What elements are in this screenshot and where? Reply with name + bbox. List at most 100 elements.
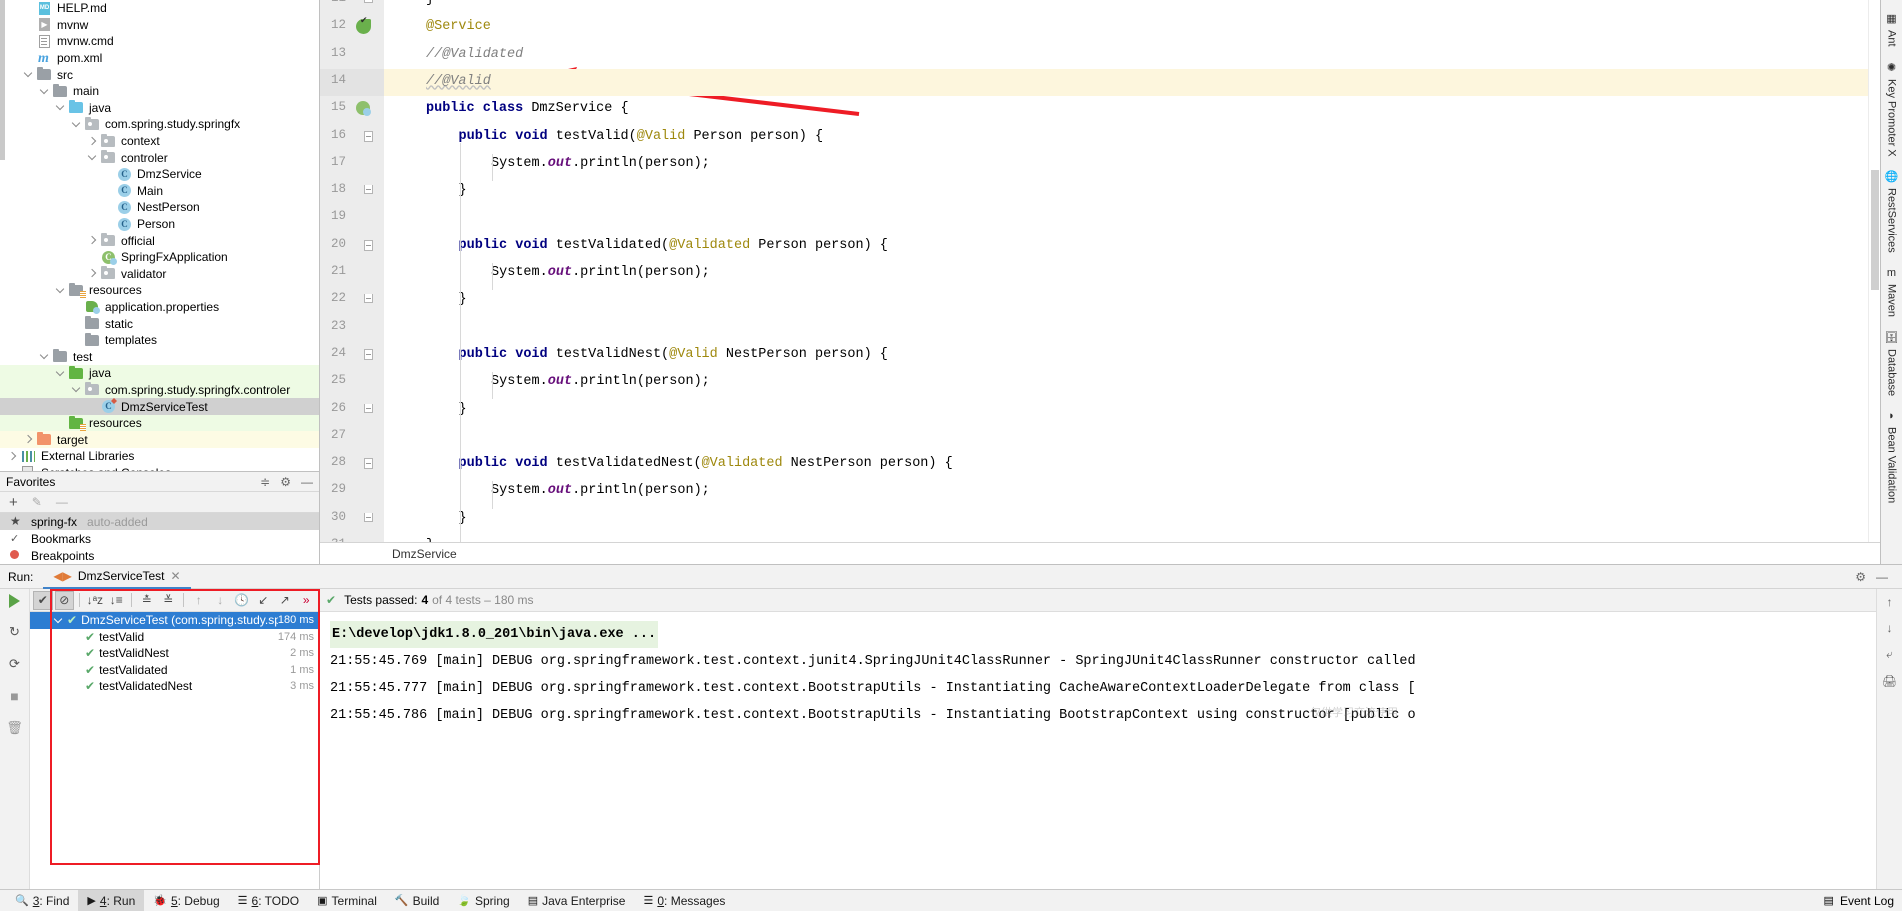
tree-node-dmzservicetest[interactable]: C DmzServiceTest — [0, 398, 319, 415]
code-line[interactable]: public void testValidatedNest(@Validated… — [459, 450, 953, 477]
code-folding-icon[interactable] — [364, 403, 373, 413]
code-line[interactable]: System.out.println(person); — [491, 368, 710, 395]
chevron-down-icon[interactable] — [40, 351, 51, 362]
tool-window-button-database[interactable]: 🗄 Database — [1883, 321, 1901, 400]
tree-node-java[interactable]: java — [0, 100, 319, 117]
event-log-label[interactable]: Event Log — [1840, 894, 1894, 908]
chevron-down-icon[interactable] — [88, 152, 99, 163]
favorites-item-breakpoints[interactable]: Breakpoints — [0, 547, 319, 564]
status-bar-item-spring[interactable]: 🍃 Spring — [448, 890, 518, 911]
chevron-right-icon[interactable] — [88, 268, 99, 279]
trash-icon[interactable]: 🗑 — [6, 720, 23, 736]
chevron-down-icon[interactable] — [72, 384, 83, 395]
code-line[interactable]: public void testValidNest(@Valid NestPer… — [459, 341, 888, 368]
tree-node-mvnw-cmd[interactable]: mvnw.cmd — [0, 33, 319, 50]
rerun-icon[interactable] — [9, 594, 20, 608]
chevron-right-icon[interactable] — [88, 136, 99, 147]
status-bar-item-debug[interactable]: 🐞 5: Debug — [144, 890, 228, 911]
breadcrumb[interactable]: DmzService — [320, 542, 1880, 564]
chevron-down-icon[interactable] — [40, 86, 51, 97]
show-ignored-icon[interactable]: ⊘ — [54, 590, 75, 610]
code-folding-icon[interactable] — [364, 185, 373, 195]
tool-window-button-maven[interactable]: m Maven — [1884, 257, 1900, 321]
up-arrow-icon[interactable]: ↑ — [189, 591, 209, 610]
tree-node-controler[interactable]: controler — [0, 149, 319, 166]
close-icon[interactable]: ✕ — [171, 569, 181, 583]
tree-node-nestperson[interactable]: C NestPerson — [0, 199, 319, 216]
status-bar-item-run[interactable]: ▶ 4: Run — [78, 890, 145, 911]
project-tree-scrollbar[interactable] — [0, 0, 5, 160]
code-line[interactable]: System.out.println(person); — [491, 259, 710, 286]
tree-node-pom-xml[interactable]: m pom.xml — [0, 50, 319, 67]
tool-window-button-key-promoter-x[interactable]: ✺ Key Promoter X — [1884, 51, 1900, 161]
import-icon[interactable]: ↙ — [254, 591, 274, 610]
show-passed-icon[interactable]: ✔ — [33, 590, 53, 610]
run-gutter-icon[interactable] — [356, 15, 372, 35]
test-tree[interactable]: ✔DmzServiceTest (com.spring.study.spring… — [30, 612, 319, 889]
tree-node-resources[interactable]: resources — [0, 282, 319, 299]
tree-node-external-libraries[interactable]: External Libraries — [0, 448, 319, 465]
tree-node-com-spring-study-springfx[interactable]: com.spring.study.springfx — [0, 116, 319, 133]
toggle-auto-test-icon[interactable]: ⟳ — [9, 656, 20, 672]
editor-body[interactable]: 11 12 13 14 15 16 17 18 19 20 21 22 23 24 25 26 27 28 29 30… — [320, 0, 1880, 542]
down-arrow-icon[interactable]: ↓ — [211, 591, 231, 610]
code-folding-icon[interactable] — [364, 294, 373, 304]
chevron-right-icon[interactable] — [8, 451, 19, 462]
code-folding-icon[interactable] — [364, 239, 373, 251]
status-bar-item-todo[interactable]: ☰ 6: TODO — [229, 890, 308, 911]
status-bar-item-messages[interactable]: ☰ 0: Messages — [634, 890, 734, 911]
export-icon[interactable]: ↗ — [275, 591, 295, 610]
tree-node-main[interactable]: main — [0, 83, 319, 100]
code-line[interactable]: //@Valid — [426, 68, 491, 95]
chevron-down-icon[interactable] — [24, 69, 35, 80]
code-line[interactable]: System.out.println(person); — [491, 477, 710, 504]
tree-node-main[interactable]: C Main — [0, 183, 319, 200]
code-line[interactable]: public void testValid(@Valid Person pers… — [459, 123, 824, 150]
code-folding-icon[interactable] — [364, 0, 373, 3]
tree-node-target[interactable]: target — [0, 431, 319, 449]
spring-bean-gutter-icon[interactable] — [356, 101, 372, 117]
tree-node-dmzservice[interactable]: C DmzService — [0, 166, 319, 183]
tree-node-official[interactable]: official — [0, 232, 319, 249]
gear-icon[interactable]: ⚙ — [280, 475, 291, 489]
tool-window-button-bean-validation[interactable]: ◗ Bean Validation — [1884, 400, 1900, 507]
code-folding-icon[interactable] — [364, 130, 373, 142]
favorites-item-bookmarks[interactable]: ✓ Bookmarks — [0, 530, 319, 547]
tree-node-src[interactable]: src — [0, 66, 319, 83]
chevron-right-icon[interactable] — [24, 434, 35, 445]
tree-node-validator[interactable]: validator — [0, 266, 319, 283]
chevron-down-icon[interactable] — [56, 102, 67, 113]
favorites-list[interactable]: ★ spring-fx auto-added ✓ Bookmarks Breakpoint… — [0, 513, 319, 564]
print-icon[interactable]: 🖨 — [1882, 674, 1897, 688]
stop-icon[interactable]: ■ — [10, 688, 18, 704]
tree-node-test[interactable]: test — [0, 348, 319, 365]
code-folding-icon[interactable] — [364, 512, 373, 522]
hide-icon[interactable]: — — [301, 475, 313, 489]
editor-scrollbar[interactable] — [1868, 0, 1880, 542]
test-row[interactable]: ✔ testValidNest 2 ms — [30, 645, 319, 662]
favorites-edit-button[interactable]: ✎ — [32, 495, 42, 509]
sort-alpha-icon[interactable]: ↓ᵃz — [85, 591, 105, 610]
hide-icon[interactable]: — — [1876, 570, 1888, 584]
expand-all-icon[interactable]: ≛ — [137, 591, 157, 610]
soft-wrap-icon[interactable]: ⤶ — [1886, 647, 1893, 662]
tree-node-help-md[interactable]: MD HELP.md — [0, 0, 319, 17]
rerun-failed-icon[interactable]: ↻ — [9, 624, 20, 640]
collapse-all-icon[interactable]: ≑ — [260, 475, 270, 489]
tree-node-java[interactable]: java — [0, 365, 319, 382]
test-row[interactable]: ✔ testValidated 1 ms — [30, 662, 319, 679]
collapse-all-icon[interactable]: ≚ — [159, 591, 179, 610]
chevron-down-icon[interactable] — [72, 119, 83, 130]
status-bar-item-build[interactable]: 🔨 Build — [386, 890, 448, 911]
tree-node-resources[interactable]: resources — [0, 414, 319, 432]
chevron-right-icon[interactable] — [88, 235, 99, 246]
status-bar-item-terminal[interactable]: ▣ Terminal — [308, 890, 386, 911]
tree-node-com-spring-study-springfx-controler[interactable]: com.spring.study.springfx.controler — [0, 381, 319, 399]
tree-node-application-properties[interactable]: application.properties — [0, 299, 319, 316]
code-line[interactable]: public class DmzService { — [426, 95, 629, 122]
tree-node-static[interactable]: static — [0, 315, 319, 332]
tree-node-mvnw[interactable]: ▶ mvnw — [0, 17, 319, 34]
code-line[interactable]: public void testValidated(@Validated Per… — [459, 232, 888, 259]
sort-duration-icon[interactable]: ↓≡ — [107, 591, 127, 610]
test-row[interactable]: ✔DmzServiceTest (com.spring.study.spring… — [30, 612, 319, 629]
